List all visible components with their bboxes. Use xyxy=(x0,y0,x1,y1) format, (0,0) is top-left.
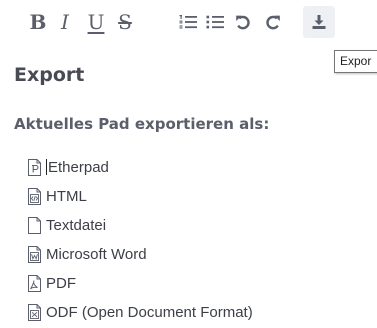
export-subtitle: Aktuelles Pad exportieren als: xyxy=(14,115,270,133)
text-caret xyxy=(46,159,47,175)
undo-button[interactable] xyxy=(232,8,254,36)
unordered-list-icon xyxy=(206,15,224,29)
file-word-icon xyxy=(28,246,41,263)
export-text-link[interactable]: Textdatei xyxy=(27,211,253,240)
undo-icon xyxy=(236,15,250,30)
strikethrough-label: S xyxy=(118,10,132,34)
export-format-list: Etherpad HTML Textdatei Microsoft Word P… xyxy=(27,153,253,327)
export-etherpad-label: Etherpad xyxy=(48,159,109,176)
file-html-icon xyxy=(28,188,41,205)
unordered-list-button[interactable] xyxy=(204,8,226,36)
export-odf-link[interactable]: ODF (Open Document Format) xyxy=(27,298,253,327)
export-text-label: Textdatei xyxy=(46,217,107,234)
redo-button[interactable] xyxy=(262,8,284,36)
export-odf-label: ODF (Open Document Format) xyxy=(46,304,253,321)
export-html-label: HTML xyxy=(46,188,87,205)
file-etherpad-icon xyxy=(28,159,41,176)
strikethrough-button[interactable]: S xyxy=(114,8,136,36)
download-icon xyxy=(312,15,326,29)
export-tooltip: Expor xyxy=(334,50,377,73)
ordered-list-button[interactable] xyxy=(177,8,199,36)
export-title: Export xyxy=(14,64,85,86)
italic-button[interactable]: I xyxy=(54,8,76,36)
export-html-link[interactable]: HTML xyxy=(27,182,253,211)
editor-toolbar: B I U S xyxy=(0,0,377,46)
file-pdf-icon xyxy=(28,275,41,292)
file-text-icon xyxy=(28,217,41,234)
export-pdf-link[interactable]: PDF xyxy=(27,269,253,298)
export-pdf-label: PDF xyxy=(46,275,76,292)
export-word-label: Microsoft Word xyxy=(46,246,147,263)
export-button[interactable] xyxy=(303,6,335,38)
ordered-list-icon xyxy=(179,15,197,29)
file-odf-icon xyxy=(28,304,41,321)
export-etherpad-link[interactable]: Etherpad xyxy=(27,153,253,182)
redo-icon xyxy=(266,15,280,30)
export-word-link[interactable]: Microsoft Word xyxy=(27,240,253,269)
bold-button[interactable]: B xyxy=(27,8,49,36)
underline-button[interactable]: U xyxy=(85,8,107,36)
